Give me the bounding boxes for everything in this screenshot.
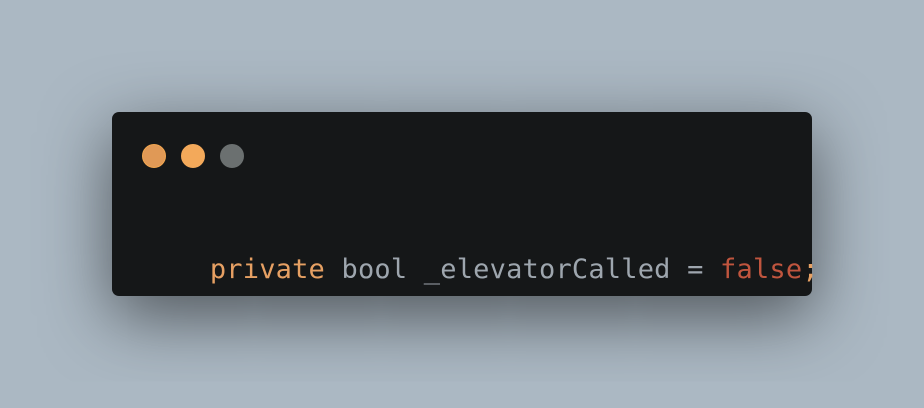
operator-assign: = [687, 254, 704, 285]
close-dot-icon[interactable] [142, 144, 166, 168]
semicolon: ; [802, 254, 819, 285]
window-controls [142, 144, 244, 168]
zoom-dot-icon[interactable] [220, 144, 244, 168]
type-bool: bool [341, 254, 408, 285]
keyword-private: private [209, 254, 326, 285]
code-window: private bool _elevatorCalled = false; [112, 112, 819, 296]
minimize-dot-icon[interactable] [181, 144, 205, 168]
identifier-elevator-called: _elevatorCalled [423, 254, 671, 285]
code-line: private bool _elevatorCalled = false; [144, 216, 819, 324]
literal-false: false [720, 254, 803, 285]
